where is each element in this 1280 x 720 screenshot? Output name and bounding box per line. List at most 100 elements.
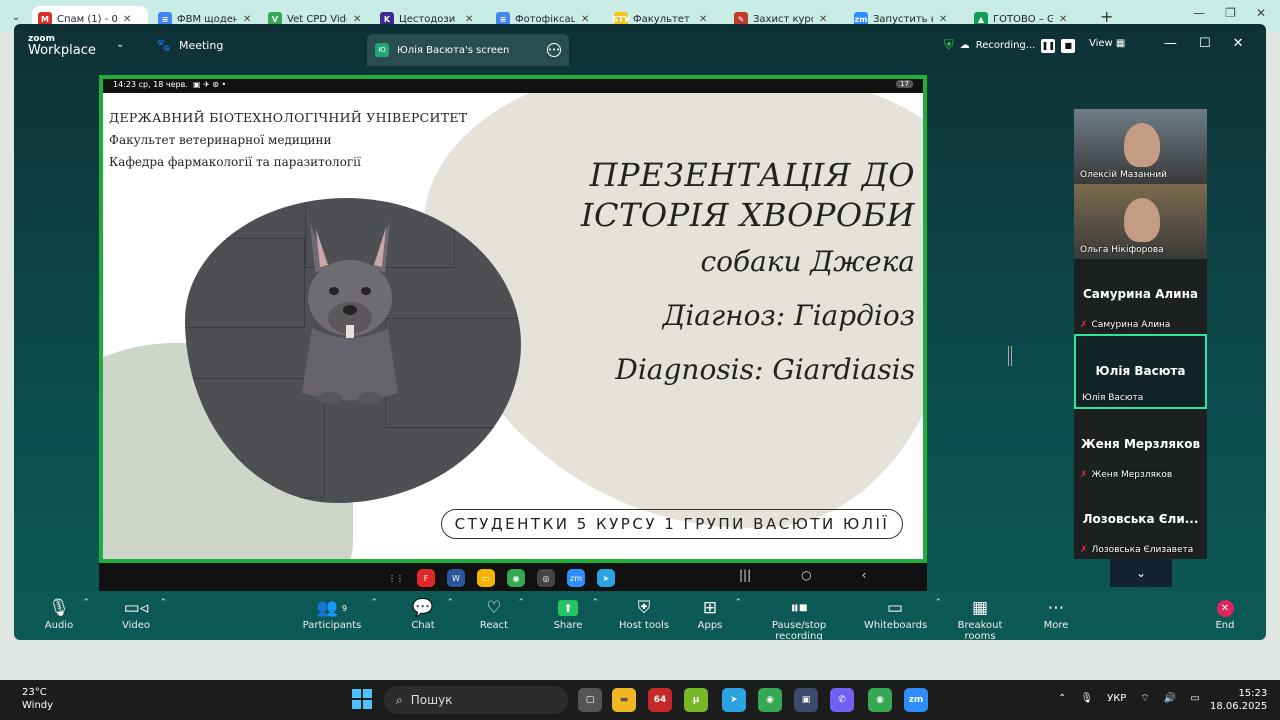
participants-options-icon[interactable]: ⌃: [370, 598, 378, 608]
volume-icon[interactable]: 🔊: [1164, 693, 1176, 704]
participants-label: Participants: [302, 620, 362, 631]
participant-tile[interactable]: Женя Мерзляков ✗ Женя Мерзляков: [1074, 409, 1207, 484]
participants-button[interactable]: 👥 9 Participants ⌃: [302, 596, 378, 631]
close-icon[interactable]: ✕: [1233, 36, 1244, 51]
more-options-icon[interactable]: •••: [547, 43, 561, 57]
file-explorer-icon[interactable]: ▬: [612, 688, 636, 712]
shared-screen-tab[interactable]: Ю Юлія Васюта's screen •••: [367, 34, 569, 66]
utorrent-icon[interactable]: µ: [684, 688, 708, 712]
muted-mic-icon: ✗: [1080, 320, 1088, 330]
meeting-button[interactable]: 🐾 Meeting: [156, 38, 223, 52]
apps-options-icon[interactable]: ⌃: [734, 598, 742, 608]
tab-title: ФВМ щоден: [177, 13, 237, 25]
view-button[interactable]: View ▦: [1089, 38, 1125, 49]
participant-tile[interactable]: Олексій Мазанний: [1074, 109, 1207, 184]
slide-subtitle: собаки Джека: [700, 245, 915, 278]
apps-icon: ⊞: [702, 598, 718, 618]
recording-label: Recording...: [975, 40, 1036, 51]
breakout-rooms-button[interactable]: ▦ Breakout rooms: [942, 596, 1018, 640]
participant-name-label: ✗ Самурина Алина: [1080, 320, 1170, 330]
participant-tile[interactable]: Ольга Нікіфорова: [1074, 184, 1207, 259]
tab-close-icon[interactable]: ✕: [123, 14, 131, 25]
participants-icon: 👥: [316, 598, 339, 618]
whiteboards-button[interactable]: ▭ Whiteboards ⌃: [864, 596, 942, 631]
chat-button[interactable]: 💬 Chat ⌃: [408, 596, 454, 631]
maximize-icon[interactable]: ☐: [1199, 36, 1211, 51]
stop-recording-icon[interactable]: ■: [1061, 38, 1076, 53]
camera-icon: ▭◃: [123, 598, 149, 618]
video-label: Video: [121, 620, 151, 631]
tab-close-icon[interactable]: ✕: [581, 14, 589, 25]
gallery-scroll-down-icon[interactable]: ⌄: [1110, 559, 1172, 587]
apps-button[interactable]: ⊞ Apps ⌃: [694, 596, 742, 631]
audio-button[interactable]: 🎙 Audio ⌃: [44, 596, 90, 631]
tab-close-icon[interactable]: ✕: [699, 14, 707, 25]
chat-options-icon[interactable]: ⌃: [446, 598, 454, 608]
resize-handle[interactable]: [1008, 346, 1012, 366]
audio-options-icon[interactable]: ⌃: [82, 598, 90, 608]
phone-status-bar: 14:23 ср, 18 черв. ▣ ✈ ⊛ • 17: [99, 75, 927, 93]
react-options-icon[interactable]: ⌃: [517, 598, 525, 608]
react-button[interactable]: ♡ React ⌃: [479, 596, 525, 631]
pause-recording-button[interactable]: ⏸⏹ Pause/stop recording: [749, 596, 849, 640]
zoom-taskbar-icon[interactable]: zm: [904, 688, 928, 712]
tab-close-icon[interactable]: ✕: [819, 14, 827, 25]
minimize-icon[interactable]: —: [1164, 36, 1177, 51]
chevron-down-icon[interactable]: ⌄: [116, 39, 124, 50]
chrome-icon[interactable]: ◉: [758, 688, 782, 712]
app-64-icon[interactable]: 64: [648, 688, 672, 712]
share-options-icon[interactable]: ⌃: [591, 598, 599, 608]
tab-close-icon[interactable]: ✕: [353, 14, 361, 25]
telegram-icon[interactable]: ➤: [722, 688, 746, 712]
dog-image: [302, 221, 398, 404]
more-button[interactable]: ⋯ More: [1040, 596, 1072, 631]
viber-icon[interactable]: ✆: [830, 688, 854, 712]
tab-close-icon[interactable]: ✕: [1059, 14, 1067, 25]
end-button[interactable]: ✕ End: [1211, 596, 1239, 631]
tab-close-icon[interactable]: ✕: [465, 14, 473, 25]
participant-tile[interactable]: Юлія Васюта Юлія Васюта: [1074, 334, 1207, 409]
heart-icon: ♡: [486, 598, 502, 618]
participant-name-label: Юлія Васюта: [1082, 393, 1143, 403]
task-view-icon[interactable]: ▢: [578, 688, 602, 712]
tab-title: Цестодози -: [399, 13, 459, 25]
video-button[interactable]: ▭◃ Video ⌃: [121, 596, 167, 631]
home-icon[interactable]: ○: [801, 568, 811, 582]
participant-name: Женя Мерзляков: [1091, 470, 1173, 480]
taskbar-search[interactable]: ⌕ Пошук: [384, 686, 568, 714]
faculty-name: Факультет ветеринарної медицини: [109, 133, 332, 147]
chrome-profile-icon[interactable]: ◉: [868, 688, 892, 712]
minimize-icon[interactable]: —: [1193, 6, 1205, 20]
view-label: View: [1089, 38, 1113, 49]
taskbar-clock[interactable]: 15:23 18.06.2025: [1210, 687, 1267, 713]
wifi-icon[interactable]: ⌔: [1140, 692, 1149, 705]
share-button[interactable]: ⬆ Share ⌃: [553, 596, 599, 631]
search-label: Пошук: [410, 693, 453, 707]
chat-icon: 💬: [412, 598, 434, 618]
clock-time: 15:23: [1238, 688, 1268, 699]
breakout-rooms-icon: ▦: [971, 598, 989, 618]
recent-apps-icon[interactable]: |||: [739, 568, 751, 582]
language-indicator[interactable]: УКР: [1107, 693, 1126, 704]
weather-widget[interactable]: 23°C Windy: [22, 686, 53, 712]
chevron-up-icon[interactable]: ⌃: [1058, 693, 1066, 704]
back-icon[interactable]: ‹: [862, 568, 867, 582]
tab-title: Факультет ве: [633, 13, 693, 25]
muted-mic-icon: ✗: [1080, 545, 1088, 555]
microphone-icon[interactable]: 🎙: [1080, 693, 1093, 704]
whiteboards-options-icon[interactable]: ⌃: [934, 598, 942, 608]
host-tools-button[interactable]: ⛨ Host tools: [618, 596, 670, 631]
restore-icon[interactable]: ❐: [1225, 6, 1236, 20]
tab-close-icon[interactable]: ✕: [939, 14, 947, 25]
participant-tile[interactable]: Лозовська Єли... ✗ Лозовська Єлизавета: [1074, 484, 1207, 559]
slide-title-line-2: ІСТОРІЯ ХВОРОБИ: [580, 196, 915, 234]
windows-start-icon[interactable]: [352, 689, 372, 709]
participants-count: 9: [342, 603, 348, 613]
video-options-icon[interactable]: ⌃: [159, 598, 167, 608]
close-icon[interactable]: ✕: [1256, 6, 1266, 20]
participant-tile[interactable]: Самурина Алина ✗ Самурина Алина: [1074, 259, 1207, 334]
tab-close-icon[interactable]: ✕: [243, 14, 251, 25]
save-app-icon[interactable]: ▣: [794, 688, 818, 712]
battery-icon[interactable]: ▭: [1190, 693, 1199, 704]
pause-recording-icon[interactable]: ❚❚: [1041, 38, 1056, 53]
